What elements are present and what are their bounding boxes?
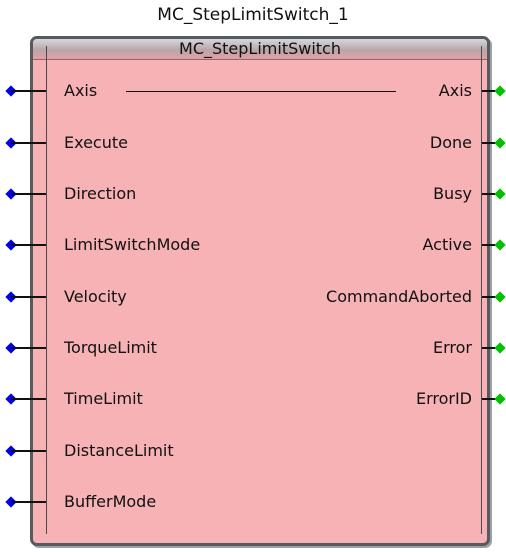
input-wire: [11, 450, 46, 452]
input-label: Velocity: [64, 287, 127, 306]
output-connector-icon[interactable]: [494, 342, 506, 354]
input-label: LimitSwitchMode: [64, 235, 201, 254]
instance-name: MC_StepLimitSwitch_1: [157, 5, 349, 25]
input-wire: [11, 244, 46, 246]
output-connector-icon[interactable]: [494, 85, 506, 97]
output-pin-busy[interactable]: Busy: [220, 184, 506, 204]
input-pin-buffermode[interactable]: BufferMode: [0, 492, 300, 512]
output-connector-icon[interactable]: [494, 137, 506, 149]
output-pin-error[interactable]: Error: [220, 338, 506, 358]
output-connector-icon[interactable]: [494, 291, 506, 303]
output-pin-done[interactable]: Done: [220, 133, 506, 153]
input-wire: [11, 501, 46, 503]
output-connector-icon[interactable]: [494, 239, 506, 251]
input-wire: [11, 90, 46, 92]
block-type-title: MC_StepLimitSwitch: [33, 39, 487, 60]
input-wire: [11, 347, 46, 349]
output-pin-commandaborted[interactable]: CommandAborted: [220, 287, 506, 307]
output-label: CommandAborted: [326, 287, 472, 306]
output-pin-active[interactable]: Active: [220, 235, 506, 255]
input-label: DistanceLimit: [64, 441, 174, 460]
input-wire: [11, 296, 46, 298]
output-pin-errorid[interactable]: ErrorID: [220, 389, 506, 409]
output-pin-axis[interactable]: Axis: [220, 81, 506, 101]
input-label: TorqueLimit: [64, 338, 157, 357]
output-label: Busy: [433, 184, 472, 203]
input-wire: [11, 142, 46, 144]
input-label: Axis: [64, 81, 98, 100]
input-label: BufferMode: [64, 492, 157, 511]
output-label: ErrorID: [415, 389, 472, 408]
output-connector-icon[interactable]: [494, 393, 506, 405]
input-pin-distancelimit[interactable]: DistanceLimit: [0, 441, 300, 461]
output-label: Error: [433, 338, 472, 357]
input-wire: [11, 398, 46, 400]
input-wire: [11, 193, 46, 195]
input-label: Execute: [64, 133, 128, 152]
input-label: TimeLimit: [64, 389, 143, 408]
output-connector-icon[interactable]: [494, 188, 506, 200]
output-label: Done: [429, 133, 472, 152]
output-label: Axis: [438, 81, 472, 100]
output-label: Active: [422, 235, 473, 254]
input-label: Direction: [64, 184, 137, 203]
